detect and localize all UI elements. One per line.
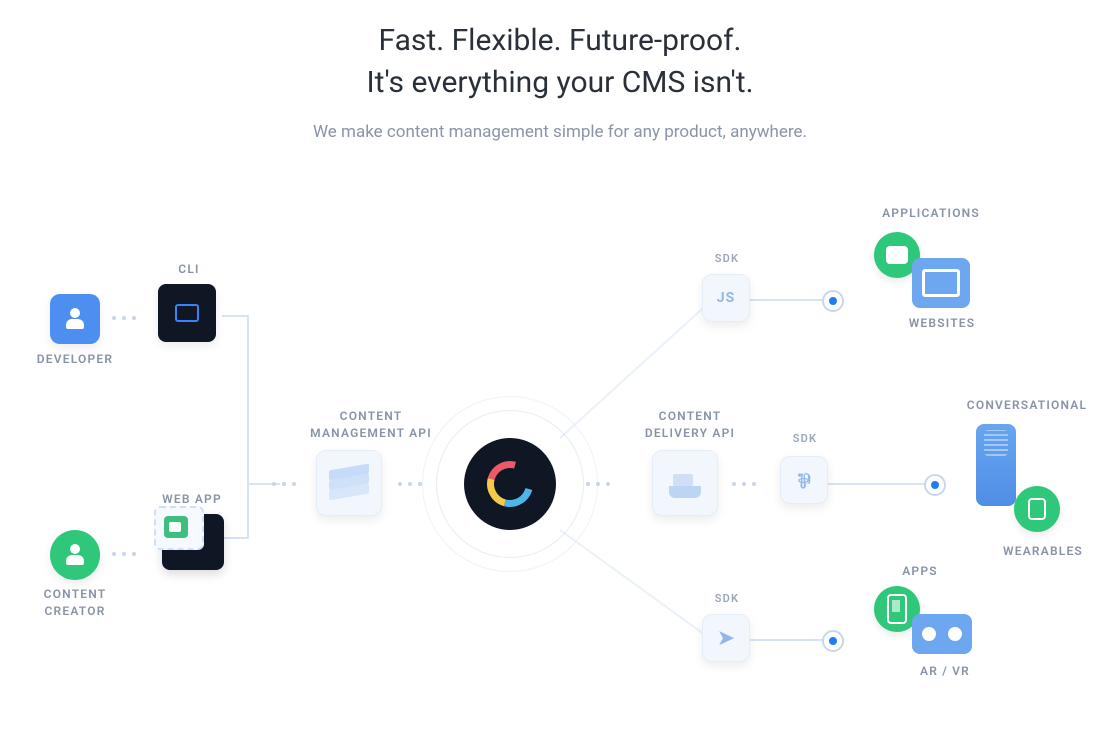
wearables-label: WEARABLES <box>988 544 1098 558</box>
delivery-api-icon <box>652 450 718 516</box>
delivery-api-label: CONTENT DELIVERY API <box>630 408 750 442</box>
mgmt-api-label: CONTENT MANAGEMENT API <box>296 408 446 442</box>
dots-dev-cli <box>112 316 136 320</box>
headline: Fast. Flexible. Future-proof. It's every… <box>0 20 1120 104</box>
sdk-label-mid: SDK <box>780 432 830 445</box>
diagram-stage: Fast. Flexible. Future-proof. It's every… <box>0 0 1120 732</box>
content-creator-icon <box>50 530 100 580</box>
endpoint-marker-bottom <box>822 630 844 652</box>
dots-hub-delivery <box>586 482 610 486</box>
wearables-watch-icon <box>1014 486 1060 532</box>
content-creator-label: CONTENT CREATOR <box>30 586 120 620</box>
vr-headset-icon <box>912 614 972 654</box>
arvr-tile <box>912 614 972 654</box>
ship-icon <box>665 468 705 498</box>
endpoint-marker-top <box>822 290 844 312</box>
developer-label: DEVELOPER <box>30 352 120 366</box>
laptop-icon <box>912 258 970 308</box>
sdk-label-bottom: SDK <box>702 592 752 605</box>
mgmt-api-icon <box>316 450 382 516</box>
chat-icon <box>886 246 908 264</box>
conversational-label: CONVERSATIONAL <box>952 398 1102 412</box>
phone-icon <box>887 594 907 624</box>
speaker-icon <box>976 424 1016 506</box>
applications-label: APPLICATIONS <box>866 206 996 220</box>
sdk-bottom-icon: ➤ <box>702 614 750 662</box>
webapp-label: WEB APP <box>152 492 232 506</box>
arvr-label: AR / VR <box>900 664 990 678</box>
cli-icon <box>158 284 216 342</box>
developer-icon <box>50 294 100 344</box>
websites-tile <box>912 258 970 308</box>
swift-icon: ➤ <box>717 626 735 651</box>
contentful-hub <box>450 424 570 544</box>
cli-label: CLI <box>164 262 214 276</box>
contentful-logo-icon <box>487 461 533 507</box>
apps-label: APPS <box>890 564 950 578</box>
headline-line-2: It's everything your CMS isn't. <box>366 65 753 100</box>
python-icon: ⅌ <box>797 467 810 494</box>
sdk-label-top: SDK <box>702 252 752 265</box>
dots-to-mgmt <box>272 482 296 486</box>
websites-label: WEBSITES <box>892 316 992 330</box>
endpoint-marker-mid <box>924 474 946 496</box>
sdk-mid-icon: ⅌ <box>780 456 828 504</box>
layers-icon <box>329 467 369 499</box>
dots-mgmt-hub <box>398 482 422 486</box>
dots-delivery-sdk <box>732 482 756 486</box>
sdk-top-icon: JS <box>702 274 750 322</box>
headline-line-1: Fast. Flexible. Future-proof. <box>379 23 742 58</box>
subhead: We make content management simple for an… <box>0 122 1120 142</box>
watch-icon <box>1024 494 1050 524</box>
dots-creator-webapp <box>112 552 136 556</box>
js-icon: JS <box>717 290 735 306</box>
